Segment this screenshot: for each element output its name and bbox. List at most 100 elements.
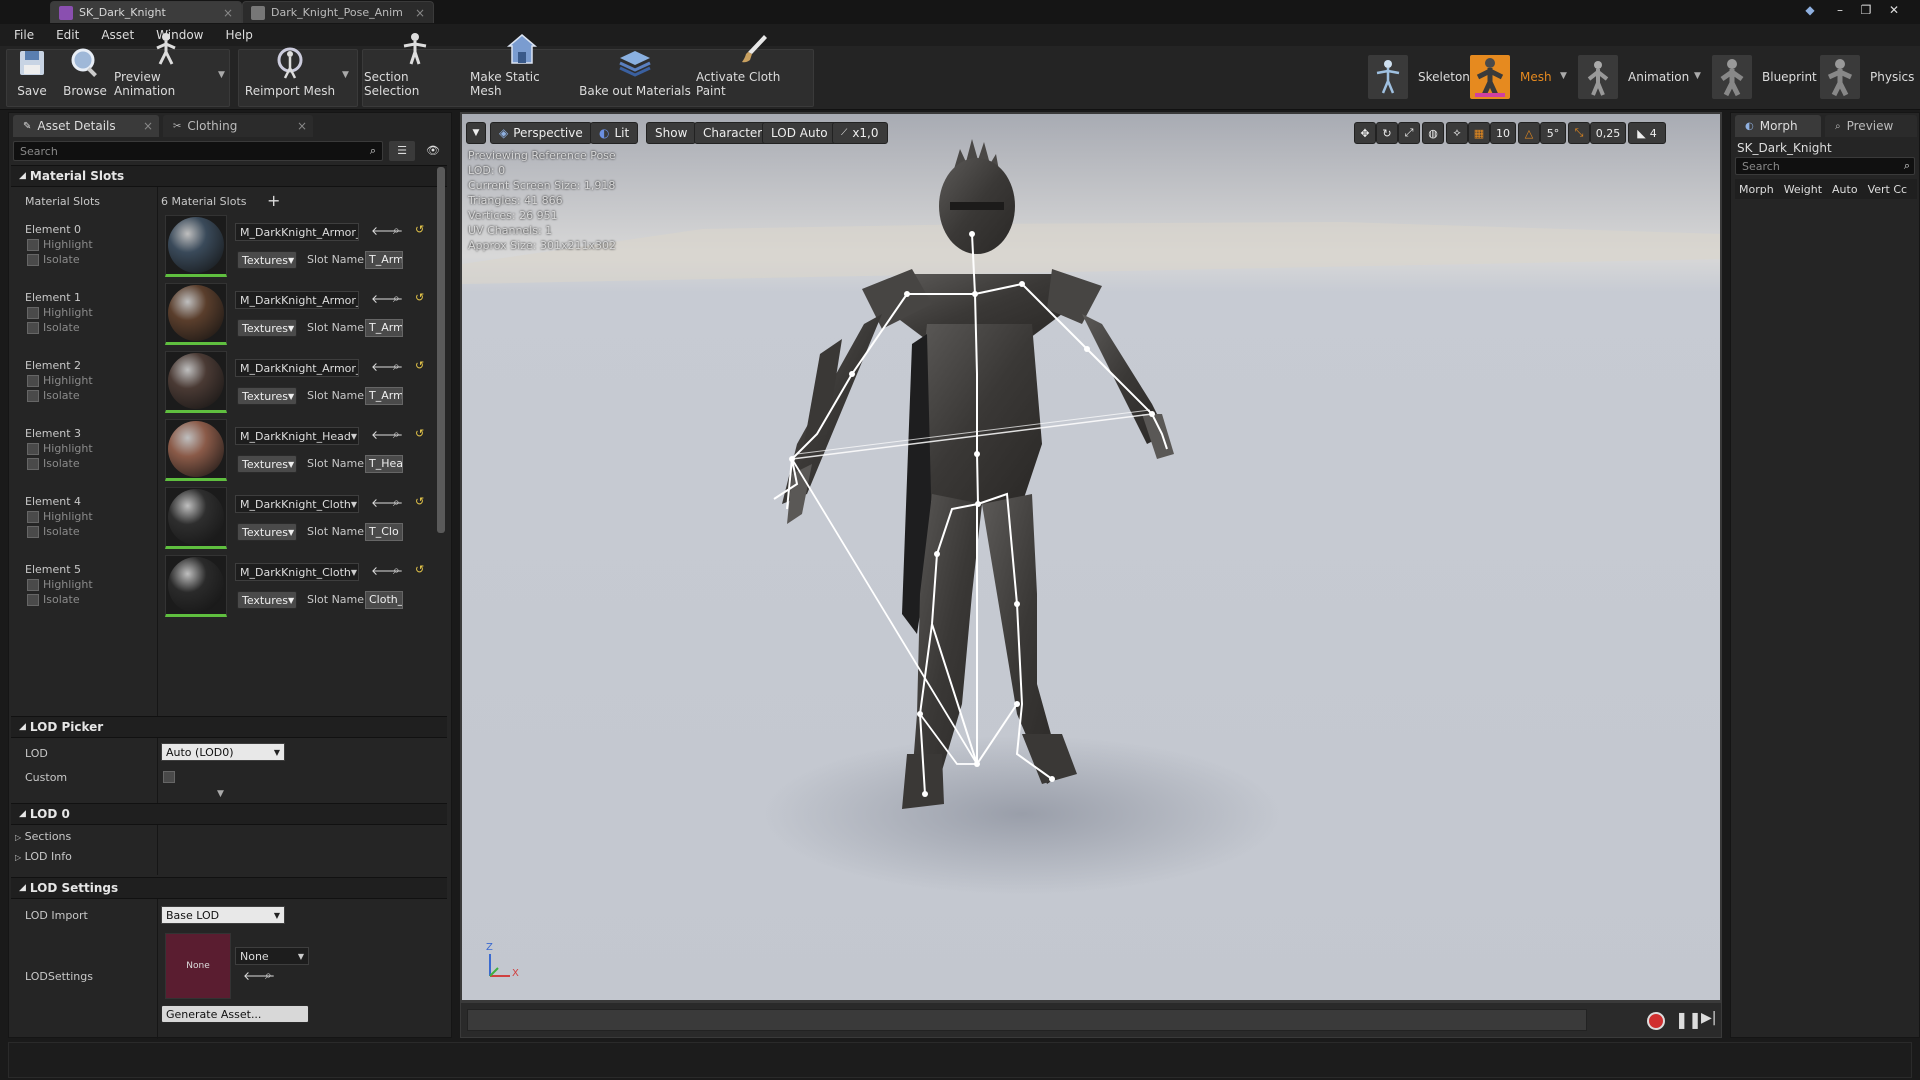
preview-animation-button[interactable]: Preview Animation xyxy=(114,33,218,104)
playback-speed-button[interactable]: ⟋ x1,0 xyxy=(832,122,888,144)
show-button[interactable]: Show xyxy=(646,122,697,144)
menu-edit[interactable]: Edit xyxy=(56,28,79,42)
material-thumbnail[interactable] xyxy=(165,351,227,413)
viewport[interactable]: ▼ ◈ Perspective ◐ Lit Show Character LOD… xyxy=(460,112,1722,1002)
mode-physics-button[interactable]: Physics xyxy=(1820,53,1914,101)
scale-snap-icon[interactable]: ⤡ xyxy=(1568,122,1590,144)
preview-animation-dropdown-icon[interactable]: ▼ xyxy=(218,70,225,80)
lod-select[interactable]: Auto (LOD0) ▼ xyxy=(161,743,285,761)
add-material-slot-icon[interactable]: + xyxy=(267,191,280,210)
highlight-checkbox[interactable] xyxy=(27,307,39,319)
lodsettings-asset-select[interactable]: None ▼ xyxy=(235,947,309,965)
textures-dropdown[interactable]: Textures ▼ xyxy=(237,319,297,337)
browse-search-icon[interactable]: ⌕ xyxy=(393,563,400,578)
browse-search-icon[interactable]: ⌕ xyxy=(393,223,400,238)
column-auto[interactable]: Auto xyxy=(1832,183,1858,196)
help-icon[interactable]: ◆ xyxy=(1800,2,1820,18)
close-icon[interactable]: × xyxy=(297,119,307,133)
eye-icon[interactable]: 👁 xyxy=(419,141,447,161)
details-search-input[interactable]: Search ⌕ xyxy=(13,141,383,161)
mesh-mode-dropdown-icon[interactable]: ▼ xyxy=(1560,71,1567,81)
grid-snap-icon[interactable]: ▦ xyxy=(1468,122,1490,144)
highlight-checkbox[interactable] xyxy=(27,239,39,251)
textures-dropdown[interactable]: Textures ▼ xyxy=(237,251,297,269)
animation-mode-dropdown-icon[interactable]: ▼ xyxy=(1694,71,1701,81)
reset-to-default-icon[interactable]: ↺ xyxy=(415,223,424,236)
browse-search-icon[interactable]: ⌕ xyxy=(393,291,400,306)
character-button[interactable]: Character xyxy=(694,122,772,144)
column-vert-count[interactable]: Vert Cc xyxy=(1868,183,1908,196)
lod-auto-button[interactable]: LOD Auto xyxy=(762,122,837,144)
morph-search-input[interactable]: Search ⌕ xyxy=(1735,157,1915,175)
highlight-checkbox[interactable] xyxy=(27,579,39,591)
reimport-mesh-button[interactable]: Reimport Mesh xyxy=(240,46,340,104)
material-thumbnail[interactable] xyxy=(165,215,227,277)
bake-out-materials-button[interactable]: Bake out Materials xyxy=(578,46,692,104)
reset-to-default-icon[interactable]: ↺ xyxy=(415,359,424,372)
reimport-dropdown-icon[interactable]: ▼ xyxy=(342,70,349,80)
browse-search-icon[interactable]: ⌕ xyxy=(393,427,400,442)
window-close-icon[interactable]: ✕ xyxy=(1884,2,1904,18)
highlight-checkbox[interactable] xyxy=(27,511,39,523)
rotation-snap-value[interactable]: 5° xyxy=(1540,122,1566,144)
mode-mesh-button[interactable]: Mesh xyxy=(1470,53,1552,101)
scale-snap-value[interactable]: 0,25 xyxy=(1590,122,1626,144)
restore-icon[interactable]: ❐ xyxy=(1856,2,1876,18)
reset-to-default-icon[interactable]: ↺ xyxy=(415,427,424,440)
mode-animation-button[interactable]: Animation xyxy=(1578,53,1689,101)
timeline-scrubber[interactable] xyxy=(467,1009,1587,1031)
lod-import-select[interactable]: Base LOD ▼ xyxy=(161,906,285,924)
material-select[interactable]: M_DarkKnight_Armor_▼ xyxy=(235,359,359,377)
material-thumbnail[interactable] xyxy=(165,555,227,617)
tab-sk-dark-knight[interactable]: SK_Dark_Knight × xyxy=(50,1,242,23)
section-selection-button[interactable]: Section Selection xyxy=(364,33,466,104)
rotate-icon[interactable]: ↻ xyxy=(1376,122,1398,144)
close-icon[interactable]: × xyxy=(415,6,425,20)
material-select[interactable]: M_DarkKnight_Armor_▼ xyxy=(235,223,359,241)
slot-name-input[interactable]: T_Arm xyxy=(365,387,403,405)
slot-name-input[interactable]: T_Arm xyxy=(365,251,403,269)
menu-asset[interactable]: Asset xyxy=(101,28,134,42)
isolate-checkbox[interactable] xyxy=(27,458,39,470)
world-local-icon[interactable]: ◍ xyxy=(1422,122,1444,144)
mode-skeleton-button[interactable]: Skeleton xyxy=(1368,53,1470,101)
tab-asset-details[interactable]: ✎ Asset Details × xyxy=(13,115,159,137)
view-options-list-icon[interactable]: ☰ xyxy=(389,141,415,161)
surface-snap-icon[interactable]: ⟡ xyxy=(1446,122,1468,144)
save-button[interactable]: Save xyxy=(8,46,56,104)
highlight-checkbox[interactable] xyxy=(27,443,39,455)
section-header-lod-settings[interactable]: ◢ LOD Settings xyxy=(11,877,447,899)
highlight-checkbox[interactable] xyxy=(27,375,39,387)
lod-info-row[interactable]: ▷ LOD Info xyxy=(15,850,72,863)
generate-asset-button[interactable]: Generate Asset... xyxy=(161,1005,309,1023)
translate-icon[interactable]: ✥ xyxy=(1354,122,1376,144)
textures-dropdown[interactable]: Textures ▼ xyxy=(237,591,297,609)
material-thumbnail[interactable] xyxy=(165,283,227,345)
pause-icon[interactable]: ❚❚ xyxy=(1675,1010,1702,1029)
isolate-checkbox[interactable] xyxy=(27,322,39,334)
expand-more-icon[interactable]: ▼ xyxy=(217,789,224,799)
slot-name-input[interactable]: T_Hea xyxy=(365,455,403,473)
material-select[interactable]: M_DarkKnight_Armor_▼ xyxy=(235,291,359,309)
reset-to-default-icon[interactable]: ↺ xyxy=(415,291,424,304)
column-morph[interactable]: Morph xyxy=(1739,183,1774,196)
menu-help[interactable]: Help xyxy=(225,28,252,42)
section-header-lod-0[interactable]: ◢ LOD 0 xyxy=(11,803,447,825)
reset-to-default-icon[interactable]: ↺ xyxy=(415,563,424,576)
textures-dropdown[interactable]: Textures ▼ xyxy=(237,455,297,473)
browse-button[interactable]: Browse xyxy=(60,46,110,104)
lodsettings-asset-thumbnail[interactable]: None xyxy=(165,933,231,999)
browse-search-icon[interactable]: ⌕ xyxy=(265,968,272,983)
isolate-checkbox[interactable] xyxy=(27,594,39,606)
minimize-icon[interactable]: – xyxy=(1830,2,1850,18)
slot-name-input[interactable]: T_Arm xyxy=(365,319,403,337)
material-select[interactable]: M_DarkKnight_Cloth ▼ xyxy=(235,495,359,513)
scale-icon[interactable]: ⤢ xyxy=(1398,122,1420,144)
close-icon[interactable]: × xyxy=(143,119,153,133)
activate-cloth-paint-button[interactable]: Activate Cloth Paint xyxy=(696,35,812,104)
camera-speed-button[interactable]: ◣ 4 xyxy=(1628,122,1666,144)
textures-dropdown[interactable]: Textures ▼ xyxy=(237,387,297,405)
step-forward-icon[interactable]: ▶| xyxy=(1701,1010,1716,1026)
material-thumbnail[interactable] xyxy=(165,487,227,549)
isolate-checkbox[interactable] xyxy=(27,390,39,402)
